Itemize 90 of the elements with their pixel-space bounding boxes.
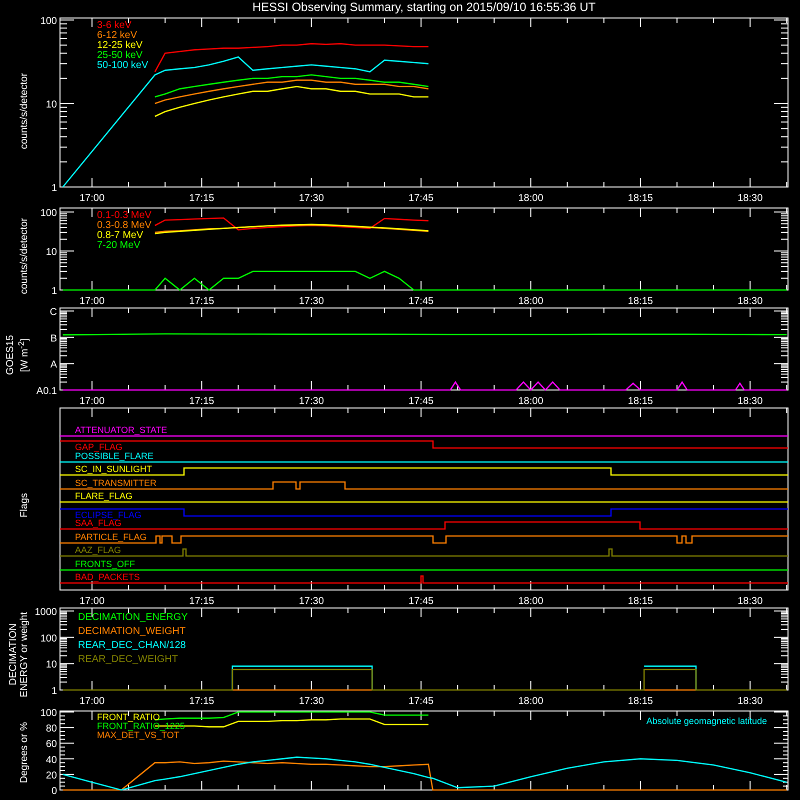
tick-label: 80 (46, 724, 57, 735)
tick-label: A0.1 (36, 386, 57, 397)
tick-label: 17:45 (408, 596, 434, 605)
legend-label: 3-6 keV (97, 20, 132, 31)
tick-label: 1000 (34, 607, 57, 618)
flag-label: GAP_FLAG (75, 442, 123, 452)
tick-label: 18:30 (738, 193, 763, 204)
legend-label: 0.8-7 MeV (97, 230, 144, 241)
flag-label: PARTICLE_FLAG (75, 532, 147, 542)
tick-label: 1 (51, 686, 57, 697)
legend-label: 50-100 keV (97, 60, 148, 71)
tick-label: 18:15 (628, 596, 653, 605)
legend-label: 0.1-0.3 MeV (97, 210, 152, 221)
legend-label: 6-12 keV (97, 30, 138, 41)
tick-label: 100 (40, 16, 57, 27)
tick-label: 18:00 (518, 696, 544, 705)
tick-label: 18:15 (628, 396, 653, 405)
tick-label: 18:00 (518, 396, 544, 405)
flag-label: SC_IN_SUNLIGHT (75, 464, 152, 474)
tick-label: 17:45 (408, 396, 434, 405)
tick-label: 17:00 (79, 596, 105, 605)
tick-label: 20 (46, 770, 57, 782)
tick-label: 17:00 (79, 296, 105, 305)
legend-label: FRONT_RATIO_1225 (97, 721, 185, 731)
legend-label: 0.3-0.8 MeV (97, 220, 152, 231)
legend-label: REAR_DEC_CHAN/128 (78, 640, 186, 651)
legend-label: REAR_DEC_WEIGHT (78, 654, 178, 665)
tick-label: 17:30 (298, 296, 324, 305)
tick-label: 17:45 (408, 193, 434, 204)
legend-label: 7-20 MeV (97, 240, 140, 251)
y-axis-label: counts/s/detector (19, 218, 30, 294)
tick-label: 17:30 (298, 396, 324, 405)
tick-label: 40 (46, 754, 57, 766)
tick-label: A (50, 360, 57, 371)
tick-label: 18:15 (628, 696, 653, 705)
y-axis-label: Degrees or % (19, 722, 30, 784)
tick-label: C (50, 307, 57, 318)
flag-label: SAA_FLAG (75, 518, 122, 528)
legend-label: DECIMATION_ENERGY (78, 612, 188, 623)
tick-label: 10 (46, 247, 57, 258)
chart-title: HESSI Observing Summary, starting on 2015/09/10 16:55:36 UT (252, 0, 596, 15)
flag-label: BAD_PACKETS (75, 572, 140, 582)
y-axis-label: Flags (19, 492, 30, 518)
tick-label: 17:15 (189, 296, 214, 305)
tick-label: 10 (46, 100, 57, 110)
tick-label: 18:00 (518, 296, 544, 305)
tick-label: 17:45 (408, 696, 434, 705)
tick-label: 17:15 (189, 596, 214, 605)
tick-label: 18:30 (738, 596, 763, 605)
tick-label: 17:30 (298, 596, 324, 605)
tick-label: 18:00 (518, 596, 544, 605)
flag-label: AAZ_FLAG (75, 545, 122, 555)
tick-label: 100 (40, 708, 57, 719)
flag-label: FLARE_FLAG (75, 491, 133, 501)
tick-label: 0 (51, 786, 57, 797)
tick-label: 10 (46, 660, 57, 671)
legend-label: MAX_DET_VS_TOT (97, 730, 180, 740)
legend-label: Absolute geomagnetic latitude (646, 716, 767, 726)
tick-label: 18:30 (738, 696, 763, 705)
tick-label: 17:30 (298, 696, 324, 705)
flag-label: ECLIPSE_FLAG (75, 510, 142, 520)
tick-label: 18:30 (738, 396, 763, 405)
tick-label: 17:30 (298, 193, 324, 204)
flag-label: POSSIBLE_FLARE (75, 451, 154, 461)
tick-label: 17:15 (189, 396, 214, 405)
legend-label: DECIMATION_WEIGHT (78, 626, 186, 637)
legend-label: 25-50 keV (97, 50, 143, 61)
tick-label: 1 (51, 286, 57, 297)
tick-label: 1 (51, 183, 57, 194)
tick-label: 17:15 (189, 696, 214, 705)
tick-label: B (50, 333, 57, 344)
tick-label: 100 (40, 633, 57, 644)
legend-label: FRONT_RATIO (97, 712, 160, 722)
tick-label: 17:45 (408, 296, 434, 305)
tick-label: 17:00 (79, 396, 105, 405)
tick-label: 100 (40, 208, 57, 219)
tick-label: 17:00 (79, 193, 105, 204)
flag-label: SC_TRANSMITTER (75, 478, 157, 488)
tick-label: 18:15 (628, 193, 653, 204)
tick-label: 18:15 (628, 296, 653, 305)
flag-label: FRONTS_OFF (75, 559, 135, 569)
tick-label: 17:15 (189, 193, 214, 204)
legend-label: 12-25 keV (97, 40, 143, 51)
tick-label: 18:30 (738, 296, 763, 305)
tick-label: 60 (46, 739, 57, 750)
tick-label: 17:00 (79, 696, 105, 705)
tick-label: 18:00 (518, 193, 544, 204)
flag-label: ATTENUATOR_STATE (75, 425, 168, 435)
y-axis-label: counts/s/detector (19, 72, 30, 150)
y-axis-label: DECIMATION ENERGY or weight (8, 612, 30, 698)
